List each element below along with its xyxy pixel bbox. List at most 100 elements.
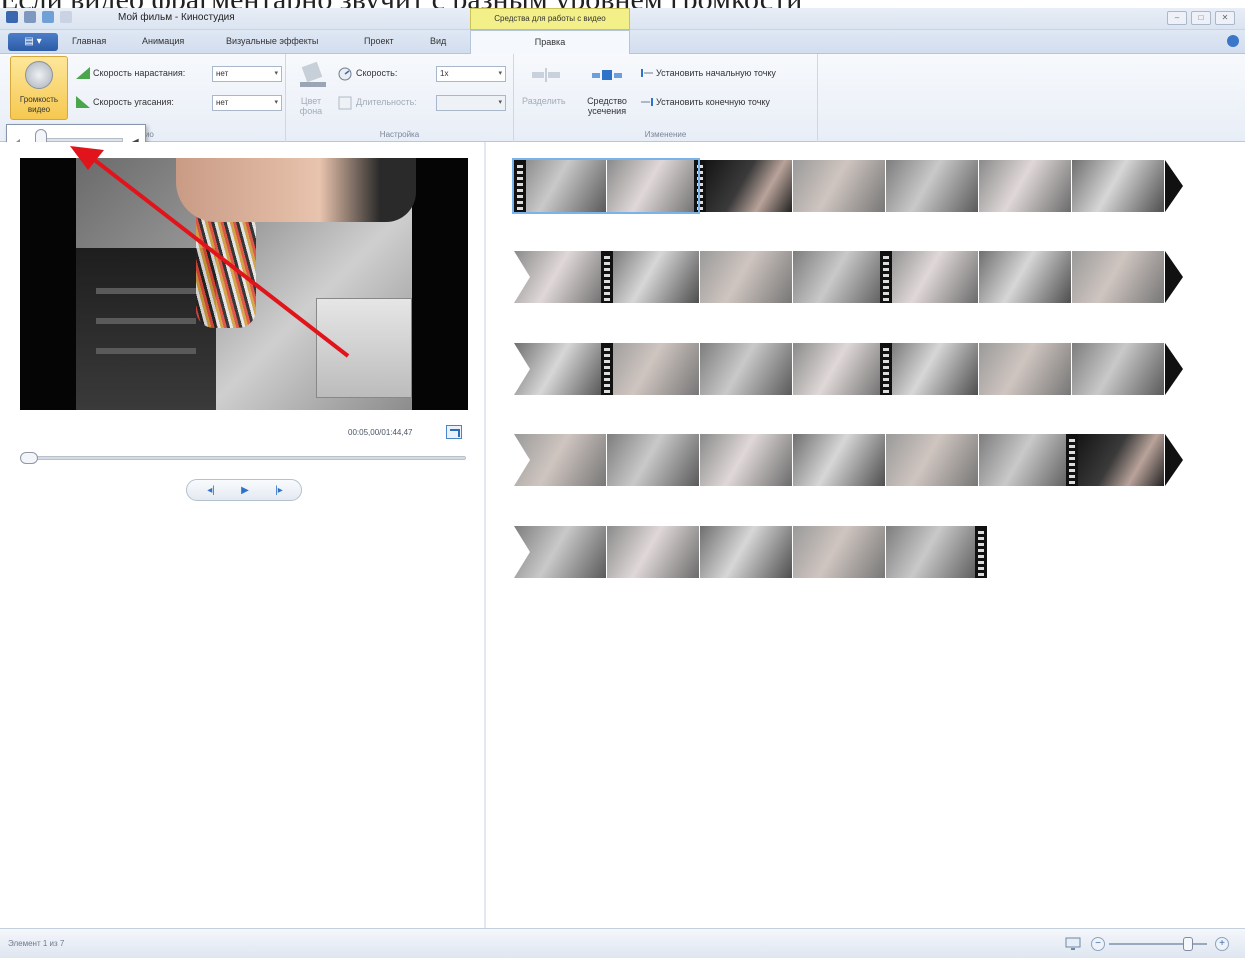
video-clip-thumbnail[interactable] [1072,434,1164,486]
title-bar: Мой фильм - Киностудия Средства для рабо… [0,8,1245,30]
row-continues-arrow [1165,434,1183,486]
volume-dial-icon [25,61,53,89]
row-continuation-notch [514,526,530,578]
storyboard-row [512,158,1195,214]
preview-pane: 00:05,00/01:44,47 ◂| ▶ |▸ [0,142,486,928]
trim-tool-button[interactable]: Средство усечения [584,96,630,116]
adjust-group-label: Настройка [379,130,420,139]
video-clip-thumbnail[interactable] [700,343,792,395]
tab-animation[interactable]: Анимация [142,36,184,46]
row-continuation-notch [514,343,530,395]
zoom-in-button[interactable]: + [1215,937,1229,951]
fullscreen-button[interactable] [446,425,462,439]
tab-view[interactable]: Вид [430,36,446,46]
tab-home[interactable]: Главная [72,36,106,46]
video-clip-thumbnail[interactable] [607,343,699,395]
chevron-down-icon: ▾ [498,70,502,77]
zoom-out-button[interactable]: − [1091,937,1105,951]
duration-select[interactable]: ▾ [436,95,506,111]
edit-group-label: Изменение [644,130,687,139]
split-button[interactable]: Разделить [522,96,566,106]
redo-icon[interactable] [60,11,72,23]
set-start-point-button[interactable]: Установить начальную точку [656,68,776,78]
ribbon-tabs: ▤ ▾ Главная Анимация Визуальные эффекты … [0,30,1245,55]
video-clip-thumbnail[interactable] [700,434,792,486]
trim-tool-icon [592,70,622,80]
video-clip-thumbnail[interactable] [979,434,1071,486]
video-volume-button[interactable]: Громкость видео [10,56,68,120]
row-continuation-notch [514,251,530,303]
edit-group: Разделить Средство усечения Установить н… [514,54,818,142]
adjust-group: Цвет фона Скорость: 1x ▾ Длительность: ▾ … [286,54,514,142]
video-clip-thumbnail[interactable] [700,526,792,578]
undo-icon[interactable] [42,11,54,23]
video-clip-thumbnail[interactable] [1072,251,1164,303]
set-end-point-button[interactable]: Установить конечную точку [656,97,770,107]
clip-boundary-marker [601,343,613,395]
storyboard-row [514,434,1195,486]
timecode-display: 00:05,00/01:44,47 [348,428,413,437]
status-text: Элемент 1 из 7 [8,939,65,948]
chevron-down-icon: ▾ [498,99,502,106]
video-clip-thumbnail[interactable] [1072,343,1164,395]
video-clip-thumbnail[interactable] [886,343,978,395]
duration-icon [338,96,352,110]
video-clip-thumbnail[interactable] [793,343,885,395]
play-button[interactable]: ▶ [231,483,259,499]
video-preview[interactable] [20,158,468,410]
window-title: Мой фильм - Киностудия [118,12,235,23]
seek-thumb[interactable] [20,452,38,464]
video-clip-thumbnail[interactable] [886,526,978,578]
monitor-icon[interactable] [1065,937,1081,951]
duration-label: Длительность: [356,97,417,107]
clip-boundary-marker [880,251,892,303]
storyboard-row [514,526,1009,578]
minimize-button[interactable]: – [1167,11,1187,25]
window-controls: – □ ✕ [1167,11,1235,25]
help-icon[interactable] [1227,35,1239,47]
maximize-button[interactable]: □ [1191,11,1211,25]
row-continuation-notch [514,434,530,486]
zoom-controls: − + [1065,937,1233,953]
video-clip-thumbnail[interactable] [607,434,699,486]
storyboard-pane [488,142,1245,928]
video-clip-thumbnail[interactable] [607,526,699,578]
video-clip-thumbnail[interactable] [979,343,1071,395]
video-clip-thumbnail[interactable] [979,160,1071,212]
storyboard-row [514,343,1195,395]
file-menu-button[interactable]: ▤ ▾ [8,33,58,51]
save-icon[interactable] [24,11,36,23]
video-clip-thumbnail[interactable] [700,251,792,303]
app-menu-icon[interactable] [6,11,18,23]
video-tools-context-label: Средства для работы с видео [470,8,630,30]
video-clip-thumbnail[interactable] [1072,160,1164,212]
next-frame-button[interactable]: |▸ [265,483,293,499]
video-clip-thumbnail[interactable] [886,434,978,486]
seek-bar[interactable] [20,456,466,460]
close-button[interactable]: ✕ [1215,11,1235,25]
background-color-button[interactable]: Цвет фона [296,96,326,116]
tab-edit[interactable]: Правка [470,30,630,55]
tab-project[interactable]: Проект [364,36,394,46]
video-clip-thumbnail[interactable] [886,160,978,212]
fade-in-icon [76,67,90,79]
row-continues-arrow [1165,160,1183,212]
video-frame-image [76,158,416,410]
zoom-slider-thumb[interactable] [1183,937,1193,951]
video-clip-thumbnail[interactable] [793,251,885,303]
row-continues-arrow [1165,251,1183,303]
fade-in-select[interactable]: нет ▾ [212,66,282,82]
video-clip-thumbnail[interactable] [979,251,1071,303]
video-clip-thumbnail[interactable] [793,526,885,578]
video-clip-thumbnail[interactable] [607,251,699,303]
video-clip-thumbnail[interactable] [700,160,792,212]
fade-out-select[interactable]: нет ▾ [212,95,282,111]
storyboard-end-marker [975,526,987,578]
speed-select[interactable]: 1x ▾ [436,66,506,82]
tab-visual-effects[interactable]: Визуальные эффекты [226,36,318,46]
video-clip-thumbnail[interactable] [886,251,978,303]
video-clip-thumbnail[interactable] [793,434,885,486]
video-clip-thumbnail[interactable] [793,160,885,212]
playback-controls: ◂| ▶ |▸ [186,479,302,501]
previous-frame-button[interactable]: ◂| [197,483,225,499]
